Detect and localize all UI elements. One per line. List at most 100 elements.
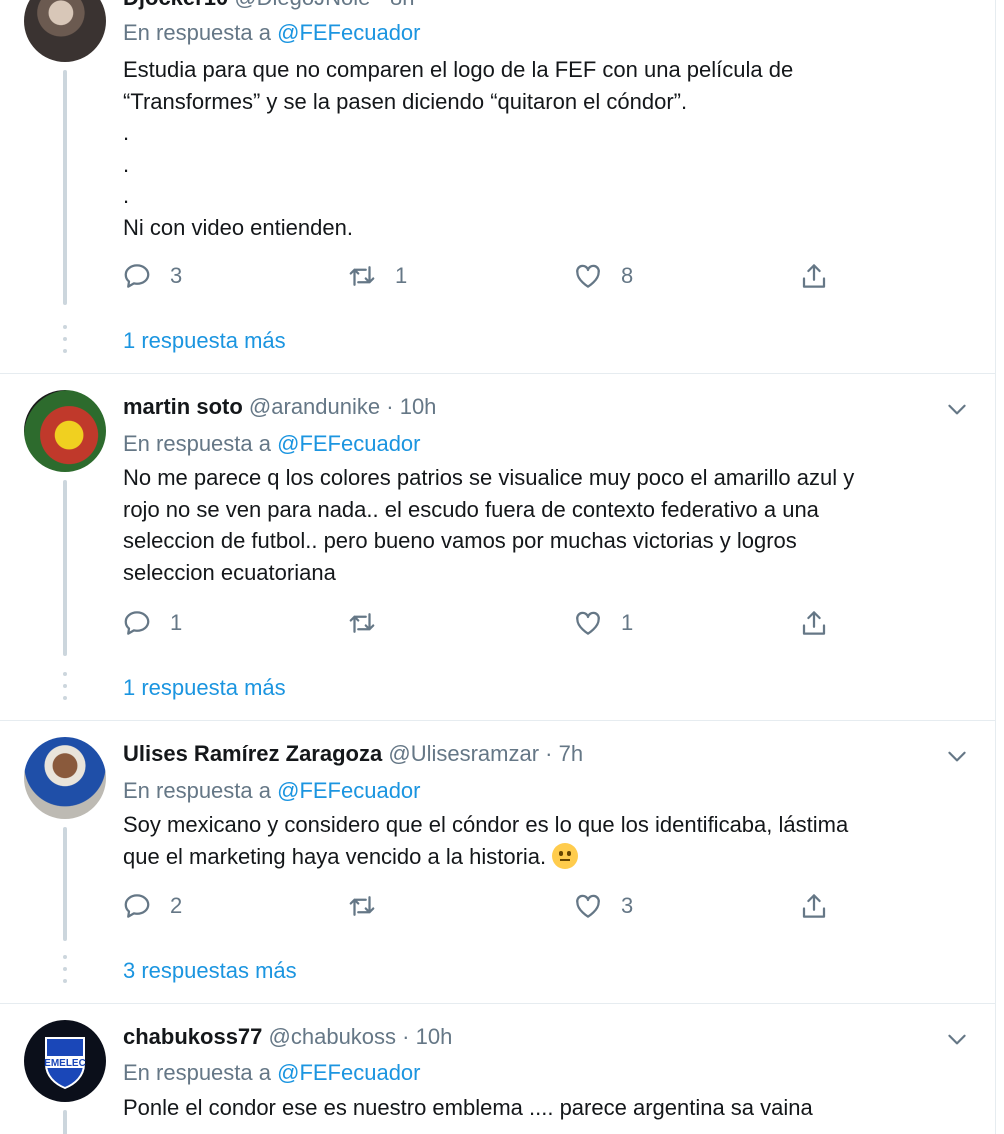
reply-context: En respuesta a @FEFecuador [123, 776, 421, 806]
reply-context: En respuesta a @FEFecuador [123, 1058, 421, 1088]
reply-icon [124, 894, 150, 918]
reply-prefix: En respuesta a [123, 20, 278, 45]
reply-count: 3 [170, 263, 183, 288]
tweet-header: Djocker10 @DiegoJNole · 8h [123, 0, 414, 13]
chevron-down-icon[interactable] [944, 743, 970, 769]
user-handle[interactable]: @Ulisesramzar [388, 741, 539, 766]
timestamp[interactable]: 10h [400, 394, 437, 419]
neutral-face-emoji [552, 842, 579, 869]
tweet-text-line: Ponle el condor ese es nuestro emblema .… [123, 1095, 813, 1120]
display-name[interactable]: chabukoss77 [123, 1024, 262, 1049]
reply-button[interactable]: 3 [122, 260, 182, 292]
retweet-icon [349, 896, 375, 916]
reply-prefix: En respuesta a [123, 778, 278, 803]
like-icon [576, 264, 600, 288]
tweet-2[interactable]: Ulises Ramírez Zaragoza @Ulisesramzar · … [0, 721, 996, 1003]
share-button[interactable] [799, 890, 829, 922]
tweet-text: Estudia para que no comparen el logo de … [123, 54, 963, 243]
tweet-text-line: Soy mexicano y considero que el cóndor e… [123, 812, 849, 837]
thread-gap-dots [63, 672, 67, 708]
user-handle[interactable]: @chabukoss [269, 1024, 397, 1049]
avatar[interactable] [24, 0, 106, 62]
user-handle[interactable]: @DiegoJNole [234, 0, 370, 10]
tweet-3[interactable]: EMELEC chabukoss77 @chabukoss · 10h En r… [0, 1004, 996, 1134]
separator-dot: · [377, 0, 384, 10]
display-name[interactable]: Ulises Ramírez Zaragoza [123, 741, 382, 766]
retweet-icon [349, 613, 375, 633]
thread-line [63, 1110, 67, 1134]
tweet-text: No me parece q los colores patrios se vi… [123, 462, 963, 588]
like-button[interactable]: 8 [573, 260, 633, 292]
share-icon [802, 894, 826, 918]
like-icon [576, 611, 600, 635]
tweet-text-line: rojo no se ven para nada.. el escudo fue… [123, 496, 819, 522]
reply-context: En respuesta a @FEFecuador [123, 18, 421, 48]
tweet-header: Ulises Ramírez Zaragoza @Ulisesramzar · … [123, 739, 583, 769]
tweet-actions: 2 3 [122, 890, 842, 922]
separator-dot: · [386, 394, 394, 419]
svg-text:EMELEC: EMELEC [44, 1058, 86, 1069]
reply-button[interactable]: 1 [122, 607, 182, 639]
retweet-button[interactable] [347, 890, 395, 922]
reply-button[interactable]: 2 [122, 890, 182, 922]
share-button[interactable] [799, 607, 829, 639]
retweet-count: 1 [395, 263, 408, 288]
tweet-text-line: . [123, 120, 130, 145]
show-more-replies-link[interactable]: 1 respuesta más [123, 673, 286, 703]
thread-line [63, 70, 67, 305]
reply-mention-link[interactable]: @FEFecuador [277, 1060, 420, 1085]
tweet-1[interactable]: martin soto @arandunike · 10h En respues… [0, 374, 996, 720]
thread-gap-dots [63, 325, 67, 361]
reply-mention-link[interactable]: @FEFecuador [277, 20, 420, 45]
tweet-text-line: . [123, 151, 130, 177]
chevron-down-icon[interactable] [944, 396, 970, 422]
retweet-button[interactable] [347, 607, 395, 639]
tweet-text-fragment: que el marketing haya vencido a la histo… [123, 843, 547, 869]
share-button[interactable] [799, 260, 829, 292]
tweet-actions: 3 1 8 [122, 260, 842, 292]
tweet-text-line: seleccion de futbol.. pero bueno vamos p… [123, 528, 797, 553]
reply-count: 1 [170, 610, 183, 635]
like-count: 3 [621, 893, 634, 918]
display-name[interactable]: martin soto [123, 394, 243, 419]
tweet-text-line: . [123, 183, 130, 208]
share-icon [802, 264, 826, 288]
thread-line [63, 480, 67, 656]
reply-count: 2 [170, 893, 183, 918]
reply-mention-link[interactable]: @FEFecuador [277, 431, 420, 456]
reply-prefix: En respuesta a [123, 1060, 278, 1085]
timestamp[interactable]: 10h [416, 1024, 453, 1049]
tweet-text-line: Estudia para que no comparen el logo de … [123, 57, 794, 82]
like-count: 1 [621, 610, 634, 635]
avatar[interactable]: EMELEC [24, 1020, 106, 1102]
avatar[interactable] [24, 737, 106, 819]
show-more-replies-link[interactable]: 3 respuestas más [123, 956, 297, 986]
emelec-crest-logo: EMELEC [44, 1037, 86, 1090]
chevron-down-icon[interactable] [944, 1026, 970, 1052]
reply-context: En respuesta a @FEFecuador [123, 429, 421, 459]
tweet-header: chabukoss77 @chabukoss · 10h [123, 1022, 452, 1052]
like-button[interactable]: 3 [573, 890, 633, 922]
reply-mention-link[interactable]: @FEFecuador [277, 778, 420, 803]
retweet-icon [349, 266, 375, 286]
timestamp[interactable]: 8h [390, 0, 414, 10]
reply-feed: Djocker10 @DiegoJNole · 8h En respuesta … [0, 0, 996, 1134]
retweet-button[interactable]: 1 [347, 260, 407, 292]
separator-dot: · [545, 741, 553, 766]
show-more-replies-link[interactable]: 1 respuesta más [123, 326, 286, 356]
tweet-0[interactable]: Djocker10 @DiegoJNole · 8h En respuesta … [0, 0, 996, 373]
separator-dot: · [402, 1024, 410, 1049]
avatar[interactable] [24, 390, 106, 472]
thread-line [63, 827, 67, 941]
timestamp[interactable]: 7h [559, 741, 583, 766]
user-handle[interactable]: @arandunike [249, 394, 380, 419]
reply-icon [124, 264, 150, 288]
tweet-text-line: No me parece q los colores patrios se vi… [123, 465, 855, 490]
tweet-text: Ponle el condor ese es nuestro emblema .… [123, 1092, 963, 1124]
tweet-text-line: seleccion ecuatoriana [123, 559, 336, 585]
like-button[interactable]: 1 [573, 607, 633, 639]
reply-icon [124, 611, 150, 635]
tweet-text-line: “Transformes” y se la pasen diciendo “qu… [123, 88, 688, 114]
display-name[interactable]: Djocker10 [123, 0, 228, 10]
tweet-text: Soy mexicano y considero que el cóndor e… [123, 809, 963, 872]
